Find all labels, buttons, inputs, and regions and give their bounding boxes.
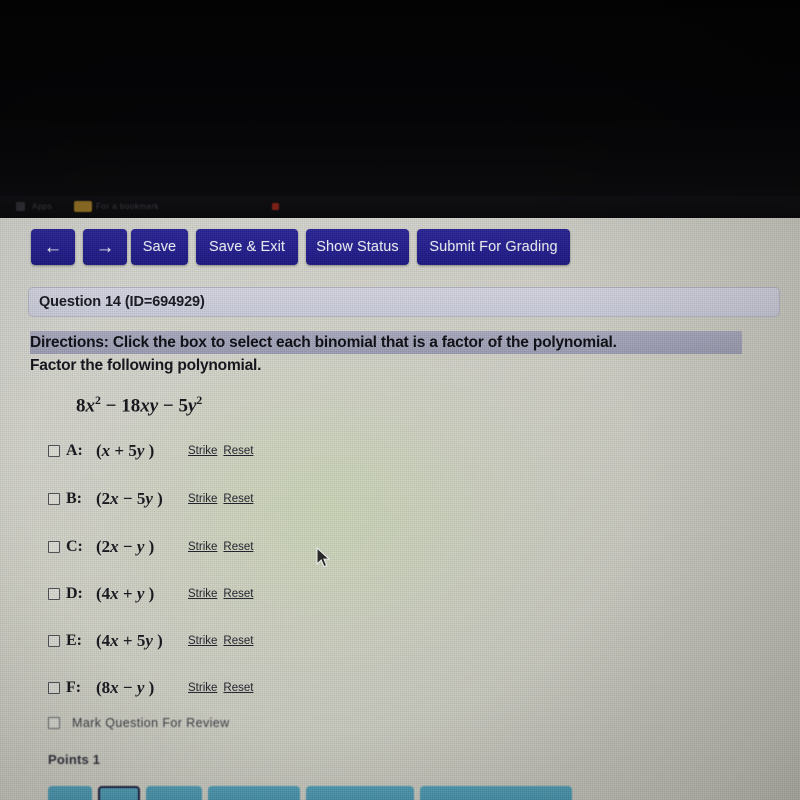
option-links-e: Strike Reset xyxy=(188,635,253,647)
left-arrow-icon: ← xyxy=(43,236,63,258)
question-header-bar: Question 14 (ID=694929) xyxy=(28,287,780,317)
bottom-button-3[interactable] xyxy=(146,786,202,800)
strike-link-b[interactable]: Strike xyxy=(188,493,217,505)
bottom-button-6[interactable] xyxy=(420,786,572,800)
option-expression-a: (x + 5y ) xyxy=(96,441,155,460)
strike-link-e[interactable]: Strike xyxy=(188,635,217,647)
option-row[interactable]: E: (4x + 5y ) Strike Reset xyxy=(48,630,253,652)
option-checkbox-b[interactable] xyxy=(48,493,60,505)
browser-bookmarks-bar[interactable]: Apps For a bookmark xyxy=(0,196,800,218)
forward-button[interactable]: → xyxy=(83,229,127,265)
exam-toolbar: ← → Save Save & Exit Show Status Submit … xyxy=(0,218,800,280)
option-row[interactable]: C: (2x − y ) Strike Reset xyxy=(48,536,253,558)
back-button[interactable]: ← xyxy=(31,229,75,265)
right-arrow-icon: → xyxy=(95,236,115,258)
bottom-button-4[interactable] xyxy=(208,786,300,800)
option-links-a: Strike Reset xyxy=(188,445,253,457)
reset-link-c[interactable]: Reset xyxy=(223,541,253,553)
red-bookmark-icon[interactable] xyxy=(272,203,279,210)
test-page: ← → Save Save & Exit Show Status Submit … xyxy=(0,218,800,800)
strike-link-c[interactable]: Strike xyxy=(188,541,217,553)
instruction-text: Factor the following polynomial. xyxy=(30,357,262,374)
option-row[interactable]: A: (x + 5y ) Strike Reset xyxy=(48,440,253,462)
bookmark-label-apps[interactable]: Apps xyxy=(32,202,52,211)
bottom-button-5[interactable] xyxy=(306,786,414,800)
polynomial-expression: 8x2 − 18xy − 5y2 xyxy=(76,394,203,417)
save-and-exit-button[interactable]: Save & Exit xyxy=(196,229,298,265)
mark-review-label: Mark Question For Review xyxy=(72,716,230,730)
reset-link-f[interactable]: Reset xyxy=(223,682,253,694)
folder-icon[interactable] xyxy=(74,201,92,212)
option-letter-e: E: xyxy=(66,632,82,649)
option-links-f: Strike Reset xyxy=(188,682,253,694)
bottom-button-1[interactable] xyxy=(48,786,92,800)
option-links-b: Strike Reset xyxy=(188,493,253,505)
option-checkbox-e[interactable] xyxy=(48,635,60,647)
reset-link-a[interactable]: Reset xyxy=(223,445,253,457)
reset-link-d[interactable]: Reset xyxy=(223,588,253,600)
option-row[interactable]: B: (2x − 5y ) Strike Reset xyxy=(48,488,253,510)
reset-link-e[interactable]: Reset xyxy=(223,635,253,647)
option-letter-a: A: xyxy=(66,442,83,459)
save-button[interactable]: Save xyxy=(131,229,188,265)
question-header-label: Question 14 (ID=694929) xyxy=(39,294,205,310)
option-expression-c: (2x − y ) xyxy=(96,537,155,556)
bottom-button-2[interactable] xyxy=(98,786,140,800)
dark-screen-top-region xyxy=(0,0,800,196)
points-label: Points 1 xyxy=(48,752,101,767)
option-letter-b: B: xyxy=(66,490,82,507)
mark-review-checkbox[interactable] xyxy=(48,717,60,729)
bottom-button-strip xyxy=(0,781,800,800)
option-links-d: Strike Reset xyxy=(188,588,253,600)
strike-link-d[interactable]: Strike xyxy=(188,588,217,600)
strike-link-a[interactable]: Strike xyxy=(188,445,217,457)
option-checkbox-a[interactable] xyxy=(48,445,60,457)
option-expression-b: (2x − 5y ) xyxy=(96,489,163,508)
reset-link-b[interactable]: Reset xyxy=(223,493,253,505)
mouse-pointer-icon xyxy=(316,547,331,568)
screenshot-root: Apps For a bookmark ← → Save Save & Exit… xyxy=(0,0,800,800)
option-checkbox-c[interactable] xyxy=(48,541,60,553)
strike-link-f[interactable]: Strike xyxy=(188,682,217,694)
mark-question-for-review-row[interactable]: Mark Question For Review xyxy=(48,716,230,730)
apps-grid-icon[interactable] xyxy=(16,202,25,211)
option-checkbox-d[interactable] xyxy=(48,588,60,600)
bookmark-label-doc[interactable]: For a bookmark xyxy=(96,202,159,211)
option-letter-c: C: xyxy=(66,538,83,555)
option-expression-e: (4x + 5y ) xyxy=(96,631,163,650)
directions-text: Directions: Click the box to select each… xyxy=(30,333,617,351)
option-expression-f: (8x − y ) xyxy=(96,678,155,697)
option-letter-d: D: xyxy=(66,585,83,602)
option-letter-f: F: xyxy=(66,679,82,696)
directions-banner: Directions: Click the box to select each… xyxy=(30,331,742,354)
option-row[interactable]: F: (8x − y ) Strike Reset xyxy=(48,677,253,699)
show-status-button[interactable]: Show Status xyxy=(306,229,409,265)
submit-for-grading-button[interactable]: Submit For Grading xyxy=(417,229,570,265)
option-expression-d: (4x + y ) xyxy=(96,584,155,603)
option-checkbox-f[interactable] xyxy=(48,682,60,694)
option-links-c: Strike Reset xyxy=(188,541,253,553)
option-row[interactable]: D: (4x + y ) Strike Reset xyxy=(48,583,253,605)
